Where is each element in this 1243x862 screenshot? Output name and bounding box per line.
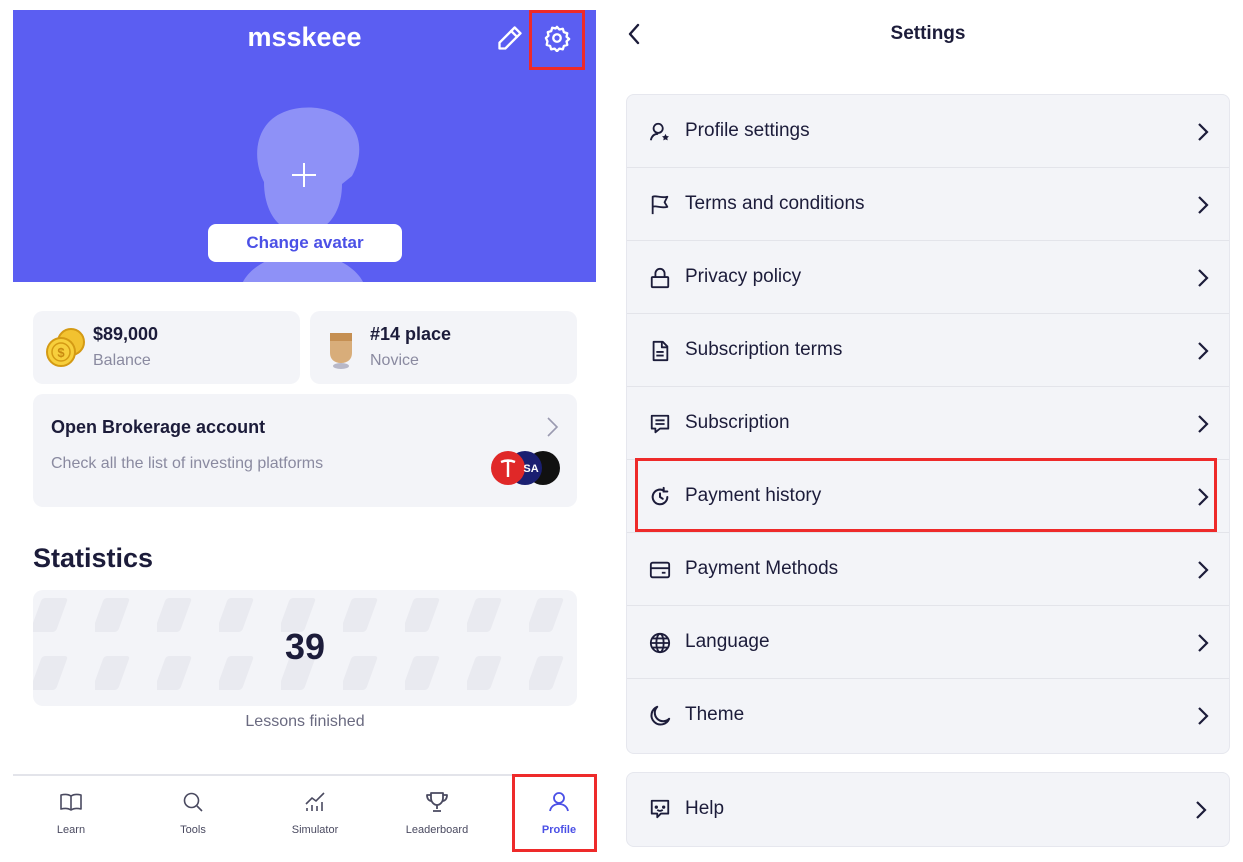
document-icon — [652, 340, 669, 362]
settings-item-language[interactable]: Language — [627, 606, 1229, 679]
statistics-card: 39 — [33, 590, 577, 706]
settings-item-privacy[interactable]: Privacy policy — [627, 241, 1229, 314]
settings-item-label: Terms and conditions — [685, 193, 865, 214]
chart-icon — [305, 792, 325, 811]
card-icon — [649, 561, 671, 579]
globe-icon — [649, 632, 671, 654]
chevron-right-icon — [1198, 707, 1209, 725]
tab-label: Leaderboard — [405, 824, 469, 836]
chevron-right-icon — [1198, 634, 1209, 652]
user-star-icon — [649, 122, 669, 141]
settings-item-label: Subscription — [685, 412, 790, 433]
rank-card: #14 place Novice — [310, 311, 577, 384]
tab-tools[interactable]: Tools — [135, 776, 251, 846]
brokerage-subtitle: Check all the list of investing platform… — [51, 455, 324, 472]
tab-label: Simulator — [291, 824, 339, 836]
search-icon — [183, 792, 203, 812]
profile-header: msskeee Change avatar — [13, 10, 596, 282]
rank-badge-icon — [330, 333, 352, 369]
settings-item-help[interactable]: Help — [626, 772, 1230, 847]
statistics-title: Statistics — [33, 543, 154, 573]
user-icon — [549, 792, 569, 812]
change-avatar-button[interactable]: Change avatar — [208, 224, 402, 262]
balance-card: $ $89,000 Balance — [33, 311, 300, 384]
balance-value: $89,000 — [93, 324, 159, 344]
settings-item-label: Subscription terms — [685, 339, 843, 360]
settings-item-label: Privacy policy — [685, 266, 802, 287]
flag-icon — [651, 195, 669, 215]
brokerage-card[interactable]: Open Brokerage account Check all the lis… — [33, 394, 577, 507]
page-title: Settings — [890, 23, 966, 44]
settings-item-label: Payment Methods — [685, 558, 839, 579]
brokerage-title: Open Brokerage account — [51, 417, 266, 437]
gear-icon[interactable] — [543, 24, 571, 52]
settings-item-label: Language — [685, 631, 770, 652]
lock-icon — [650, 267, 670, 289]
receipt-icon — [650, 414, 670, 434]
tab-profile[interactable]: Profile — [501, 776, 617, 846]
book-icon — [60, 793, 82, 811]
moon-icon — [650, 705, 671, 726]
rank-label: Novice — [370, 352, 419, 369]
tab-label: Profile — [541, 824, 577, 836]
settings-item-label: Theme — [685, 704, 745, 725]
tab-leaderboard[interactable]: Leaderboard — [379, 776, 495, 846]
chevron-right-icon — [1198, 415, 1209, 433]
tab-learn[interactable]: Learn — [13, 776, 129, 846]
chevron-right-icon — [1198, 196, 1209, 214]
chevron-right-icon — [1198, 561, 1209, 579]
svg-text:$: $ — [57, 345, 65, 360]
plus-icon — [292, 163, 316, 187]
rank-value: #14 place — [370, 324, 452, 344]
balance-label: Balance — [93, 352, 151, 369]
settings-item-terms[interactable]: Terms and conditions — [627, 168, 1229, 241]
profile-screen: msskeee Change avatar $ $89,000 Balance — [13, 10, 596, 862]
settings-item-subscription-terms[interactable]: Subscription terms — [627, 314, 1229, 387]
chevron-right-icon — [1198, 123, 1209, 141]
chevron-right-icon — [547, 417, 559, 437]
chevron-right-icon — [1198, 488, 1209, 506]
trophy-icon — [426, 792, 448, 812]
edit-pencil-icon[interactable] — [496, 24, 524, 52]
help-label: Help — [685, 798, 725, 819]
tab-label: Learn — [56, 824, 86, 836]
tab-simulator[interactable]: Simulator — [257, 776, 373, 846]
lessons-label: Lessons finished — [245, 713, 365, 730]
settings-item-profile-settings[interactable]: Profile settings — [627, 95, 1229, 168]
tab-label: Tools — [180, 824, 206, 836]
history-icon — [651, 486, 669, 506]
lessons-count: 39 — [284, 626, 326, 667]
settings-item-payment-methods[interactable]: Payment Methods — [627, 533, 1229, 606]
settings-item-label: Payment history — [685, 485, 822, 506]
bottom-tab-bar: Learn Tools Simulator Leaderboard Profil… — [13, 774, 596, 862]
settings-item-label: Profile settings — [685, 120, 810, 141]
settings-list: Profile settings Terms and conditions Pr… — [626, 94, 1230, 754]
settings-item-theme[interactable]: Theme — [627, 679, 1229, 752]
chevron-right-icon — [1198, 269, 1209, 287]
logo-text: SA — [523, 463, 538, 475]
settings-item-subscription[interactable]: Subscription — [627, 387, 1229, 460]
settings-item-payment-history[interactable]: Payment history — [627, 460, 1229, 533]
chat-icon — [650, 799, 670, 819]
coins-icon: $ — [46, 328, 85, 367]
chevron-right-icon — [1198, 342, 1209, 360]
platform-logos: SA — [491, 451, 560, 485]
chevron-right-icon — [1196, 801, 1207, 819]
